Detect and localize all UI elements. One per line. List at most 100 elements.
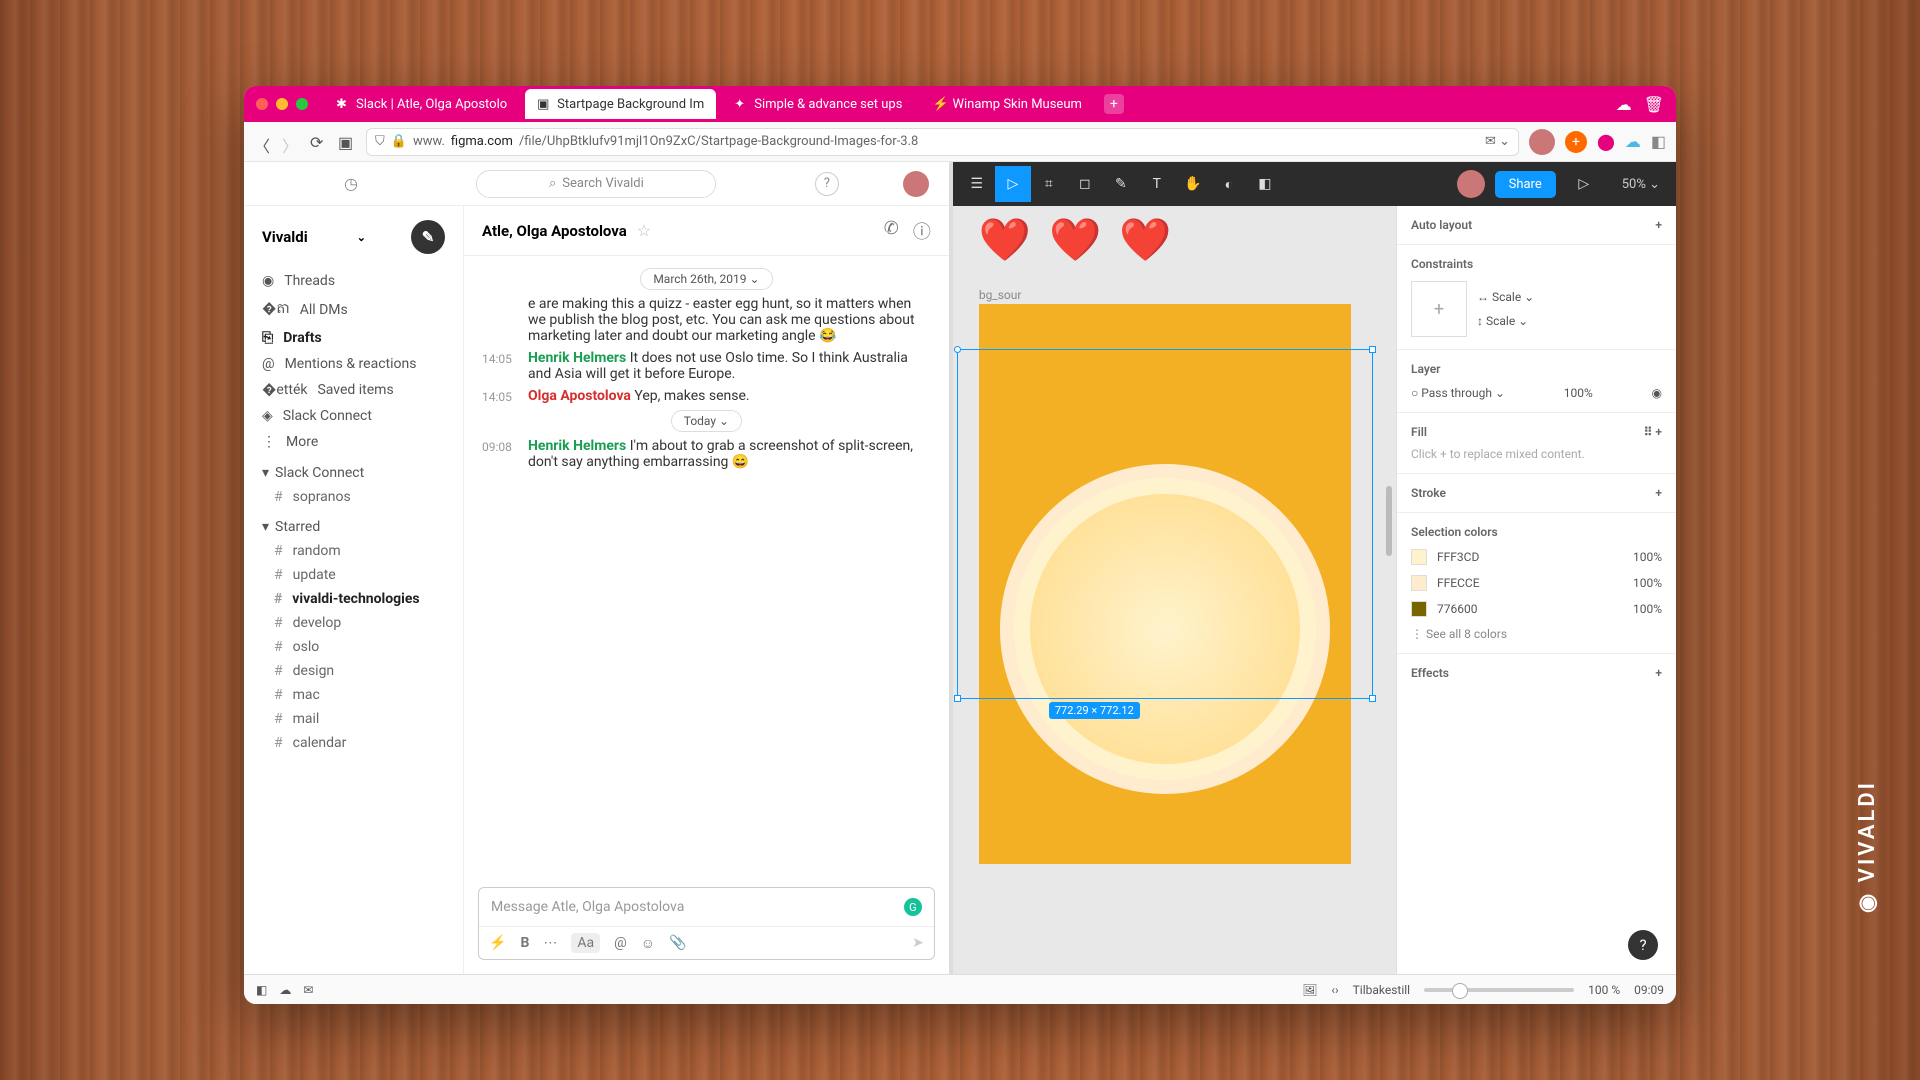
- sidebar-item-saved[interactable]: �ettékSaved items: [244, 377, 463, 403]
- lightning-icon[interactable]: ⚡: [489, 935, 506, 951]
- sidebar-item-mentions[interactable]: @Mentions & reactions: [244, 351, 463, 377]
- resize-handle[interactable]: [954, 695, 961, 702]
- v-constraint[interactable]: ↕ Scale ⌄: [1477, 314, 1534, 328]
- frame-label[interactable]: bg_sour: [979, 288, 1022, 302]
- frame-tool[interactable]: ⌗: [1031, 166, 1067, 202]
- ext-icon-2[interactable]: ☁: [1625, 132, 1641, 151]
- figma-avatar[interactable]: [1457, 170, 1485, 198]
- add-button[interactable]: +: [1655, 666, 1662, 680]
- channel-vivaldi-tech[interactable]: vivaldi-technologies: [244, 587, 463, 611]
- message-list[interactable]: March 26th, 2019 ⌄ e are making this a q…: [464, 256, 949, 877]
- more-format-button[interactable]: ⋯: [543, 935, 557, 951]
- zoom-dropdown[interactable]: 50% ⌄: [1622, 177, 1660, 192]
- channel-calendar[interactable]: calendar: [244, 731, 463, 755]
- present-button[interactable]: ▷: [1566, 166, 1602, 202]
- section-slack-connect[interactable]: ▾Slack Connect: [244, 455, 463, 485]
- panel-button[interactable]: ▣: [338, 133, 356, 151]
- message-author[interactable]: Henrik Helmers: [528, 350, 626, 366]
- add-button[interactable]: +: [1655, 218, 1662, 232]
- trash-icon[interactable]: 🗑: [1644, 95, 1664, 114]
- mask-tool[interactable]: ◧: [1247, 166, 1283, 202]
- tab-figma[interactable]: ▣Startpage Background Im: [525, 89, 716, 119]
- workspace-switcher[interactable]: Vivaldi⌄ ✎: [244, 220, 463, 268]
- zoom-slider[interactable]: [1424, 988, 1574, 992]
- channel-develop[interactable]: develop: [244, 611, 463, 635]
- tab-3[interactable]: ✦Simple & advance set ups: [722, 89, 914, 119]
- sync-status-icon[interactable]: ☁: [279, 983, 291, 997]
- tab-4[interactable]: ⚡Winamp Skin Museum: [920, 89, 1093, 119]
- mention-button[interactable]: @: [614, 935, 627, 951]
- resize-handle[interactable]: [954, 346, 961, 353]
- color-row[interactable]: 776600100%: [1411, 601, 1662, 617]
- hand-tool[interactable]: ✋: [1175, 166, 1211, 202]
- resize-handle[interactable]: [1369, 346, 1376, 353]
- bookmark-icon[interactable]: ✉ ⌄: [1485, 134, 1510, 149]
- sidebar-item-drafts[interactable]: ⎘Drafts: [244, 325, 463, 351]
- pen-tool[interactable]: ✎: [1103, 166, 1139, 202]
- message-author[interactable]: Olga Apostolova: [528, 388, 631, 404]
- opacity[interactable]: 100%: [1564, 386, 1593, 400]
- section-starred[interactable]: ▾Starred: [244, 509, 463, 539]
- chat-title[interactable]: Atle, Olga Apostolova: [482, 222, 627, 240]
- send-button[interactable]: ➤: [912, 935, 924, 951]
- panel-toggle-icon[interactable]: ◧: [256, 983, 267, 997]
- image-icon[interactable]: 🖼: [1302, 983, 1317, 997]
- add-button[interactable]: +: [1655, 486, 1662, 500]
- comment-tool[interactable]: ◐: [1211, 166, 1247, 202]
- channel-mail[interactable]: mail: [244, 707, 463, 731]
- reload-button[interactable]: ⟳: [310, 133, 328, 151]
- help-button[interactable]: ?: [815, 172, 839, 196]
- blend-mode[interactable]: ○ Pass through ⌄: [1411, 386, 1505, 400]
- emoji-button[interactable]: ☺: [641, 935, 655, 952]
- sync-icon[interactable]: ☁: [1616, 95, 1632, 114]
- figma-canvas[interactable]: ❤️❤️❤️ bg_sour 772.29 × 772.12: [953, 206, 1396, 974]
- star-icon[interactable]: ☆: [637, 221, 651, 240]
- channel-mac[interactable]: mac: [244, 683, 463, 707]
- history-icon[interactable]: ◷: [344, 174, 358, 193]
- user-avatar[interactable]: [903, 171, 929, 197]
- date-divider[interactable]: Today ⌄: [671, 410, 742, 432]
- text-tool[interactable]: T: [1139, 166, 1175, 202]
- selection-box[interactable]: [957, 349, 1373, 699]
- back-button[interactable]: 〈: [254, 133, 272, 151]
- constraint-widget[interactable]: +: [1411, 281, 1467, 337]
- channel-sopranos[interactable]: sopranos: [244, 485, 463, 509]
- profile-avatar[interactable]: [1529, 129, 1555, 155]
- extensions-button[interactable]: +: [1565, 131, 1587, 153]
- h-constraint[interactable]: ↔ Scale ⌄: [1477, 290, 1534, 304]
- add-button[interactable]: +: [1655, 425, 1662, 439]
- sidebar-item-connect[interactable]: ◈Slack Connect: [244, 403, 463, 429]
- message-author[interactable]: Henrik Helmers: [528, 438, 626, 454]
- url-field[interactable]: ⛉ 🔒 www.figma.com/file/UhpBtklufv91mjl1O…: [366, 128, 1519, 156]
- search-input[interactable]: ⌕ Search Vivaldi: [476, 170, 716, 198]
- bold-button[interactable]: B: [520, 935, 529, 951]
- composer-input[interactable]: Message Atle, Olga Apostolova G: [479, 888, 934, 926]
- mail-icon[interactable]: ✉: [303, 983, 313, 997]
- menu-button[interactable]: ☰: [959, 166, 995, 202]
- tab-slack[interactable]: ✱Slack | Atle, Olga Apostolo: [324, 89, 519, 119]
- attach-button[interactable]: 📎: [669, 935, 686, 951]
- forward-button[interactable]: 〉: [282, 133, 300, 151]
- close-window-button[interactable]: [256, 98, 268, 110]
- format-toggle[interactable]: Aa: [571, 933, 600, 953]
- see-all-colors[interactable]: ⋮ See all 8 colors: [1411, 627, 1662, 641]
- visibility-icon[interactable]: ◉: [1652, 386, 1662, 400]
- channel-random[interactable]: random: [244, 539, 463, 563]
- code-icon[interactable]: ‹›: [1331, 983, 1338, 997]
- sidebar-item-more[interactable]: ⋮More: [244, 429, 463, 455]
- new-tab-button[interactable]: +: [1104, 94, 1124, 114]
- resize-handle[interactable]: [1369, 695, 1376, 702]
- channel-design[interactable]: design: [244, 659, 463, 683]
- scrollbar[interactable]: [1386, 486, 1392, 556]
- sidebar-item-dms[interactable]: �តាAll DMs: [244, 294, 463, 325]
- sidebar-item-threads[interactable]: ◉Threads: [244, 268, 463, 294]
- ext-icon-1[interactable]: ⬤: [1597, 132, 1615, 151]
- maximize-window-button[interactable]: [296, 98, 308, 110]
- compose-button[interactable]: ✎: [411, 220, 445, 254]
- info-icon[interactable]: ⓘ: [913, 218, 931, 244]
- share-button[interactable]: Share: [1495, 171, 1556, 198]
- minimize-window-button[interactable]: [276, 98, 288, 110]
- color-row[interactable]: FFF3CD100%: [1411, 549, 1662, 565]
- date-divider[interactable]: March 26th, 2019 ⌄: [640, 268, 772, 290]
- reset-button[interactable]: Tilbakestill: [1353, 983, 1410, 997]
